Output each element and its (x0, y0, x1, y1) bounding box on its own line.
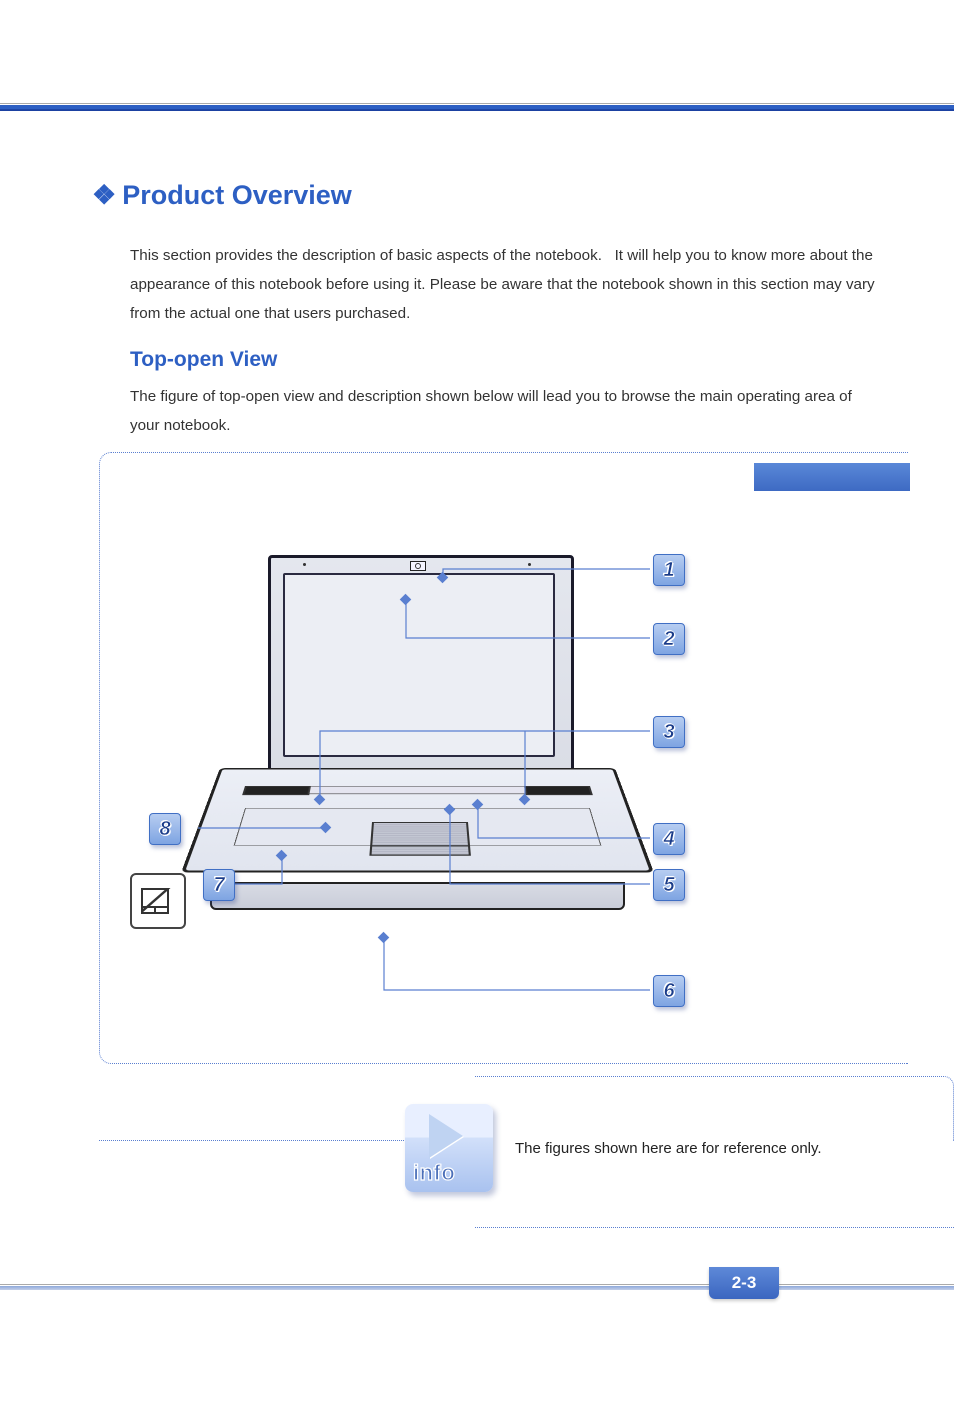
subintro-paragraph: The figure of top-open view and descript… (130, 382, 882, 440)
intro-paragraph: This section provides the description of… (130, 241, 882, 328)
footer-rule (0, 1284, 954, 1289)
touchpad-icon (369, 822, 471, 856)
section-heading: ❖Product Overview (92, 180, 882, 211)
laptop-illustration (210, 555, 625, 975)
info-label: info (413, 1160, 455, 1186)
subsection-heading: Top-open View (130, 348, 882, 372)
callout-3: 3 (653, 716, 685, 748)
callout-7: 7 (203, 869, 235, 901)
page-number: 2-3 (709, 1267, 779, 1299)
speaker-right-icon (524, 786, 593, 795)
header-rule (0, 103, 954, 111)
touchpad-lock-icon (130, 873, 186, 929)
section-heading-text: Product Overview (122, 180, 352, 210)
figure-tab (754, 463, 910, 491)
fleur-icon: ❖ (92, 180, 116, 210)
callout-6: 6 (653, 975, 685, 1007)
play-icon (429, 1114, 463, 1158)
callout-1: 1 (653, 554, 685, 586)
callout-2: 2 (653, 623, 685, 655)
speaker-left-icon (242, 786, 311, 795)
info-caption: The figures shown here are for reference… (515, 1140, 822, 1157)
callout-8: 8 (149, 813, 181, 845)
callout-4: 4 (653, 823, 685, 855)
webcam-icon (410, 561, 426, 571)
callout-5: 5 (653, 869, 685, 901)
info-icon: info (405, 1104, 493, 1192)
